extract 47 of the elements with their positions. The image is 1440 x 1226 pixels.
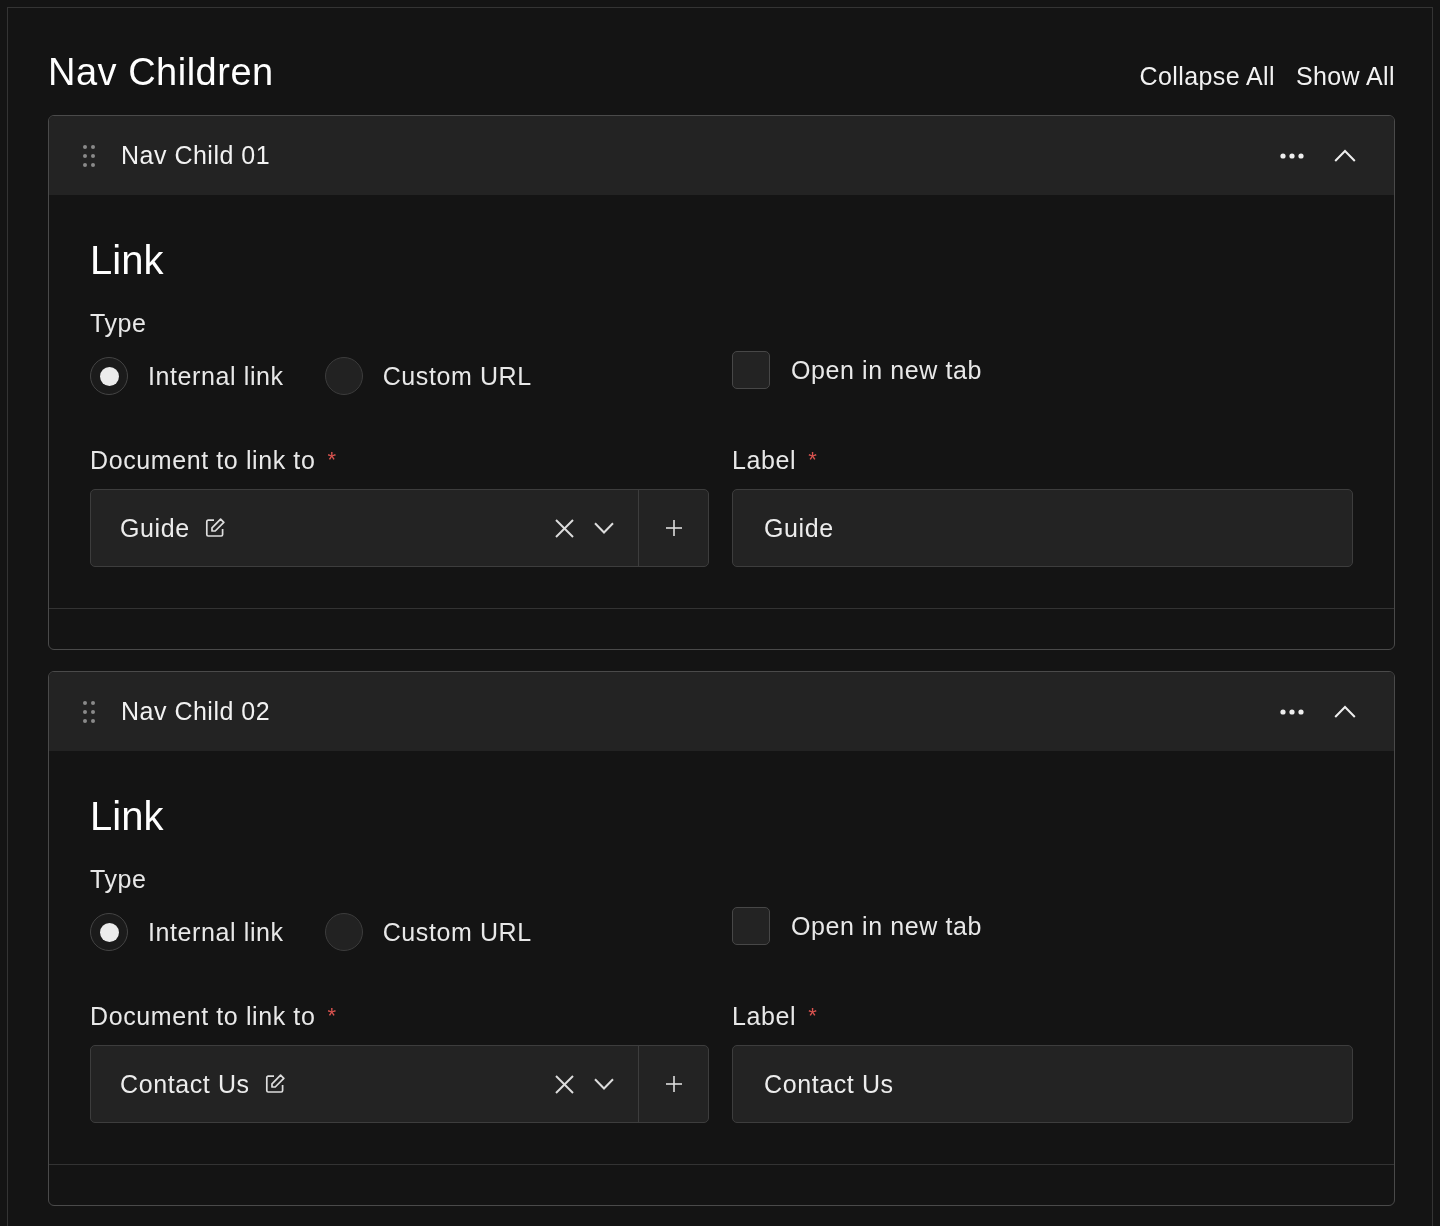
required-mark: *: [327, 446, 336, 474]
edit-icon[interactable]: [264, 1074, 285, 1094]
caret-up-icon: [1334, 149, 1356, 162]
more-icon: [1280, 152, 1304, 159]
more-icon: [1280, 708, 1304, 715]
field-label: Document to link to: [90, 1001, 316, 1031]
checkbox-label: Open in new tab: [791, 911, 983, 941]
plus-icon: [665, 520, 682, 536]
radio-button[interactable]: [324, 913, 363, 951]
collapse-all-button[interactable]: Collapse All: [1139, 61, 1275, 91]
field-label: Label: [732, 445, 797, 475]
radio-button[interactable]: [90, 913, 128, 951]
checkbox[interactable]: [732, 351, 770, 389]
card-title: Nav Child 02: [121, 697, 272, 726]
clear-icon[interactable]: [555, 1074, 574, 1094]
field-label: Document to link to: [90, 445, 316, 475]
checkbox[interactable]: [732, 907, 770, 945]
plus-icon: [665, 1076, 682, 1092]
edit-icon[interactable]: [204, 518, 225, 538]
field-label: Label: [732, 1001, 797, 1031]
radio-label: Custom URL: [382, 917, 532, 947]
radio-button[interactable]: [324, 357, 363, 395]
chevron-down-icon[interactable]: [594, 1078, 614, 1090]
show-all-button[interactable]: Show All: [1295, 61, 1395, 91]
section-title: Link: [90, 793, 165, 840]
clear-icon[interactable]: [555, 518, 574, 538]
radio-label: Internal link: [148, 361, 284, 391]
field-label: Type: [90, 308, 147, 338]
document-select[interactable]: Contact Us: [91, 1046, 638, 1122]
label-input[interactable]: Contact Us: [732, 1045, 1353, 1123]
checkbox-label: Open in new tab: [791, 355, 983, 385]
field-label: Type: [90, 864, 147, 894]
section-title: Link: [90, 237, 165, 284]
document-select[interactable]: Guide: [91, 490, 638, 566]
radio-label: Custom URL: [382, 361, 532, 391]
radio-button[interactable]: [90, 357, 128, 395]
chevron-down-icon[interactable]: [594, 522, 614, 534]
card-title: Nav Child 01: [121, 141, 272, 170]
radio-label: Internal link: [148, 917, 284, 947]
required-mark: *: [327, 1002, 336, 1030]
page-title: Nav Children: [48, 50, 274, 95]
required-mark: *: [808, 1002, 817, 1030]
caret-up-icon: [1334, 705, 1356, 718]
drag-handle-icon[interactable]: [83, 144, 95, 167]
required-mark: *: [808, 446, 817, 474]
drag-handle-icon[interactable]: [83, 700, 95, 723]
label-input[interactable]: Guide: [732, 489, 1353, 567]
